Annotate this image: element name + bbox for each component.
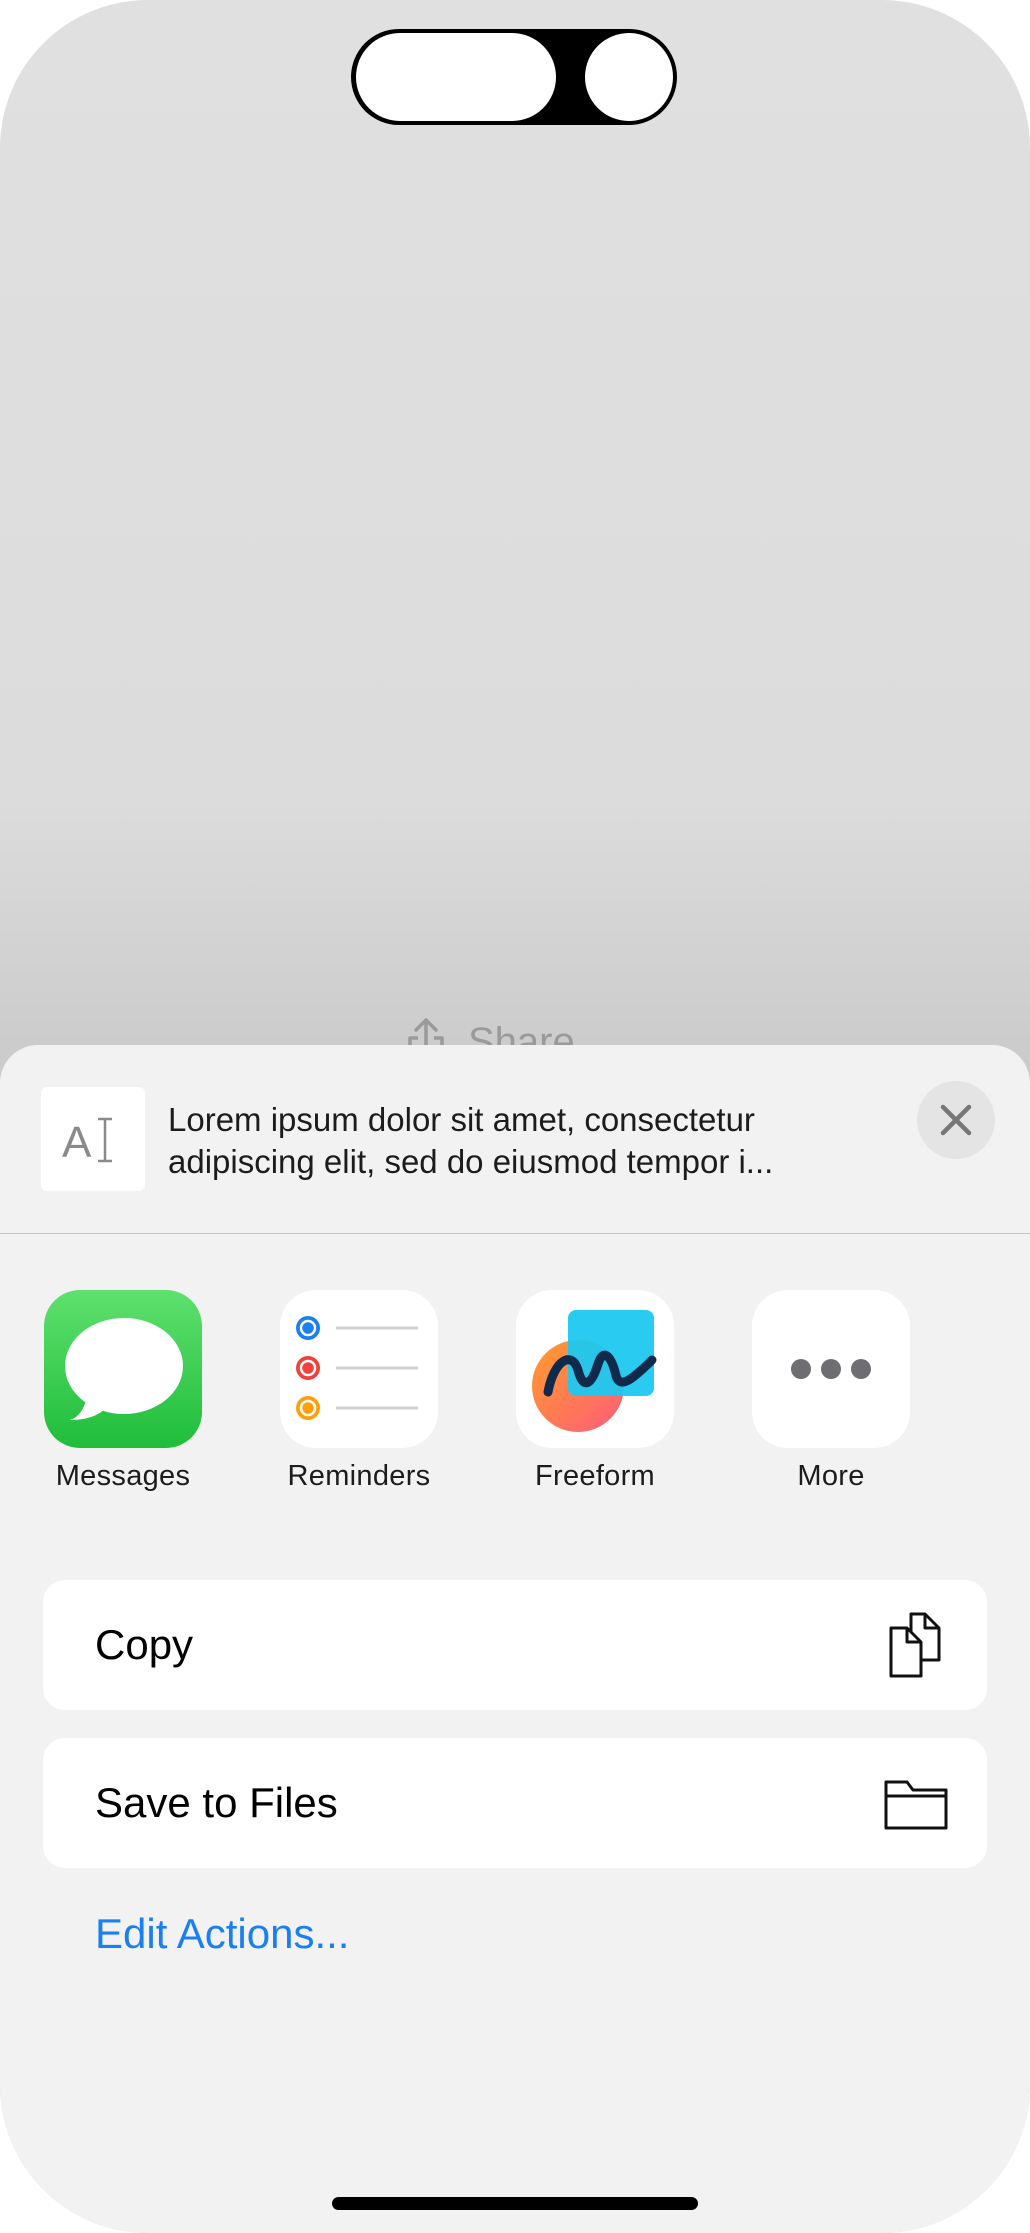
- app-reminders[interactable]: Reminders: [259, 1290, 459, 1493]
- phone-screen: Share A Lorem ipsum dolor sit amet, cons…: [0, 0, 1030, 2233]
- app-label-messages: Messages: [55, 1460, 191, 1492]
- svg-text:A: A: [62, 1118, 92, 1167]
- share-preview-header: A Lorem ipsum dolor sit amet, consectetu…: [0, 1045, 1030, 1234]
- dynamic-island-pill: [356, 33, 556, 121]
- edit-actions-link[interactable]: Edit Actions...: [95, 1910, 349, 1958]
- app-label-more: More: [797, 1460, 865, 1492]
- save-to-files-action[interactable]: Save to Files: [43, 1738, 987, 1868]
- app-messages[interactable]: Messages: [23, 1290, 223, 1493]
- share-sheet: A Lorem ipsum dolor sit amet, consectetu…: [0, 1045, 1030, 2233]
- more-icon: [752, 1290, 910, 1448]
- folder-icon: [884, 1780, 948, 1830]
- freeform-icon: [516, 1290, 674, 1448]
- app-label-reminders: Reminders: [287, 1460, 431, 1492]
- copy-icon: [889, 1612, 941, 1678]
- reminders-icon: [280, 1290, 438, 1448]
- messages-icon: [44, 1290, 202, 1448]
- copy-action[interactable]: Copy: [43, 1580, 987, 1710]
- preview-text-line-2: adipiscing elit, sed do eiusmod tempor i…: [168, 1143, 774, 1180]
- close-button[interactable]: [917, 1081, 995, 1159]
- copy-action-label: Copy: [95, 1621, 194, 1668]
- dynamic-island-dot: [585, 33, 673, 121]
- save-to-files-action-label: Save to Files: [95, 1779, 338, 1826]
- dynamic-island: [351, 29, 677, 125]
- text-document-icon: A: [62, 1117, 112, 1167]
- app-more[interactable]: More: [731, 1290, 931, 1493]
- app-freeform[interactable]: Freeform: [495, 1290, 695, 1493]
- app-row: Messages Reminders Freeform More: [0, 1290, 1030, 1550]
- home-indicator[interactable]: [332, 2197, 698, 2210]
- preview-thumbnail: A: [41, 1087, 145, 1191]
- app-label-freeform: Freeform: [534, 1460, 656, 1492]
- close-icon: [940, 1104, 972, 1136]
- preview-text-line-1: Lorem ipsum dolor sit amet, consectetur: [168, 1101, 755, 1138]
- preview-text: Lorem ipsum dolor sit amet, consectetur …: [168, 1099, 868, 1183]
